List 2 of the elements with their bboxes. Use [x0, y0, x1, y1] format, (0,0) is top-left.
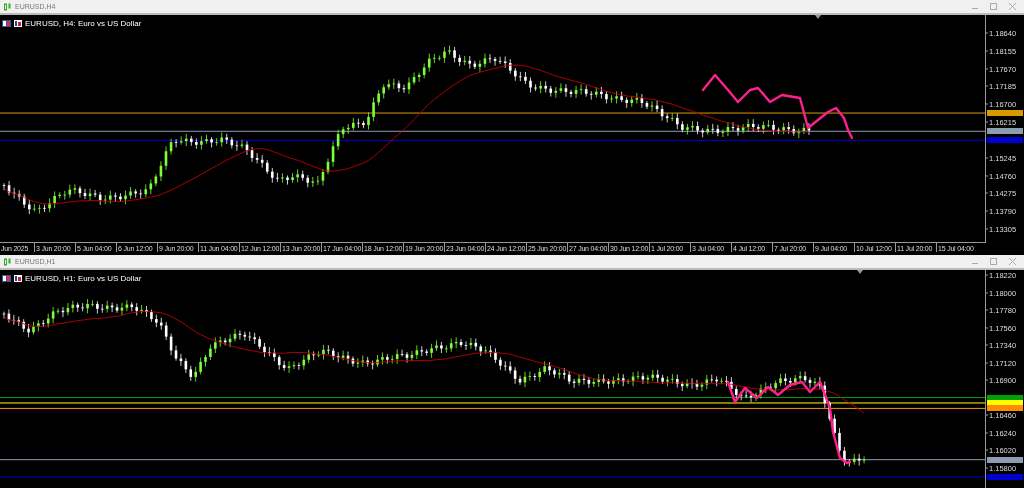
chart-label: EURUSD, H1: Euro vs US Dollar	[25, 274, 142, 283]
chart-label: EURUSD, H4: Euro vs US Dollar	[25, 19, 142, 28]
